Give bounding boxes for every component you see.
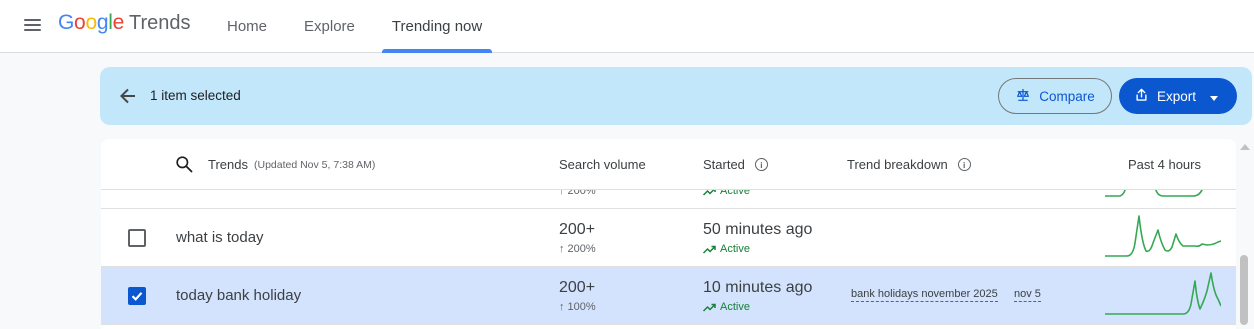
trend-breakdown-header-label: Trend breakdown <box>847 157 948 172</box>
row-checkbox[interactable] <box>128 229 146 247</box>
row-checkbox-checked[interactable] <box>128 287 146 305</box>
trend-name[interactable]: what is today <box>176 229 264 246</box>
top-app-bar: Google Trends Home Explore Trending now <box>0 0 1254 53</box>
past-4-hours-header-label: Past 4 hours <box>1128 157 1201 172</box>
status-active: Active <box>703 243 750 255</box>
status-active: Active <box>703 301 750 313</box>
sparkline-chart <box>1105 272 1221 315</box>
tab-trending-now[interactable]: Trending now <box>379 0 495 53</box>
tab-home[interactable]: Home <box>214 0 280 53</box>
past-4-hours-column-header: Past 4 hours <box>1128 157 1201 172</box>
info-icon[interactable]: i <box>754 158 768 171</box>
status-label: Active <box>720 243 750 255</box>
google-trends-logo[interactable]: Google Trends <box>58 11 191 39</box>
compare-button[interactable]: Compare <box>998 78 1112 114</box>
export-button[interactable]: Export <box>1119 78 1237 114</box>
back-arrow-icon[interactable] <box>116 84 140 108</box>
sparkline-chart <box>1105 215 1221 257</box>
trend-breakdown-column-header: Trend breakdown i <box>847 157 971 172</box>
export-label: Export <box>1157 88 1197 104</box>
search-volume: 200+ <box>559 221 596 238</box>
tab-explore[interactable]: Explore <box>291 0 368 53</box>
table-row-selected[interactable]: today bank holiday 200+ ↑ 100% 10 minute… <box>101 267 1236 325</box>
search-volume-header-label: Search volume <box>559 157 646 172</box>
trends-column-header[interactable]: Trends (Updated Nov 5, 7:38 AM) <box>208 157 375 172</box>
hamburger-menu-icon[interactable] <box>20 12 46 38</box>
dropdown-arrow-icon <box>1210 89 1219 104</box>
trend-name[interactable]: today bank holiday <box>176 287 301 304</box>
logo-product-name: Trends <box>128 12 191 34</box>
breakdown-chip[interactable]: nov 5 <box>1014 288 1041 302</box>
balance-scale-icon <box>1015 87 1031 106</box>
table-header: Trends (Updated Nov 5, 7:38 AM) Search v… <box>101 139 1236 190</box>
search-icon[interactable] <box>174 154 194 179</box>
scrollbar-thumb[interactable] <box>1240 255 1248 325</box>
status-label: Active <box>720 301 750 313</box>
trends-header-label: Trends <box>208 157 248 172</box>
volume-change: ↑ 200% <box>559 243 596 255</box>
info-icon[interactable]: i <box>957 158 971 171</box>
table-row[interactable]: what is today 200+ ↑ 200% 50 minutes ago… <box>101 209 1236 267</box>
search-volume: 200+ <box>559 279 596 296</box>
share-upload-icon <box>1134 87 1149 106</box>
volume-change: ↑ 100% <box>559 301 596 313</box>
started-header-label: Started <box>703 157 745 172</box>
scroll-up-arrow-icon[interactable] <box>1240 144 1250 150</box>
breakdown-chip[interactable]: bank holidays november 2025 <box>851 288 998 302</box>
search-volume-column-header[interactable]: Search volume <box>559 157 646 172</box>
trends-table: Trends (Updated Nov 5, 7:38 AM) Search v… <box>101 139 1236 329</box>
trending-up-icon <box>703 303 716 312</box>
started-time: 50 minutes ago <box>703 221 813 238</box>
selection-action-bar: 1 item selected Compare Export <box>100 67 1252 125</box>
started-time: 10 minutes ago <box>703 279 813 296</box>
started-column-header[interactable]: Started i <box>703 157 768 172</box>
compare-label: Compare <box>1039 88 1095 104</box>
checkmark-icon <box>131 292 143 301</box>
trending-up-icon <box>703 245 716 254</box>
selection-count-text: 1 item selected <box>150 88 241 103</box>
main-nav: Home Explore Trending now <box>214 0 506 53</box>
google-logo-word: Google <box>58 11 124 34</box>
updated-timestamp: (Updated Nov 5, 7:38 AM) <box>253 158 376 171</box>
